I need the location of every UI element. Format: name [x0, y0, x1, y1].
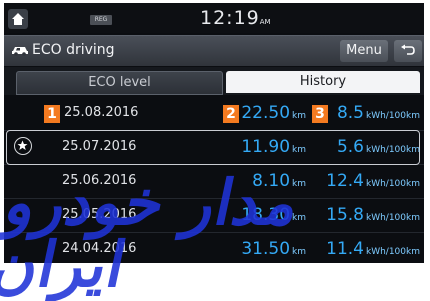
clock: 12:19AM: [200, 7, 271, 29]
history-date: 24.04.2016: [62, 241, 137, 256]
history-distance: 8.10 km: [252, 171, 306, 191]
distance-value: 22.50: [241, 103, 291, 123]
distance-unit: km: [292, 179, 306, 189]
star-glyph: [17, 140, 28, 150]
distance-value: 31.50: [241, 239, 291, 259]
history-consumption: 8.5 kWh/100km: [337, 103, 420, 123]
home-icon: [12, 13, 24, 25]
history-consumption: 5.6 kWh/100km: [337, 137, 420, 157]
history-row[interactable]: 25.05.2016 18.30 km 15.8 kWh/100km: [4, 199, 424, 233]
title-bar: ECO driving Menu: [4, 35, 424, 66]
history-distance: 31.50 km: [241, 239, 306, 259]
consumption-unit: kWh/100km: [365, 247, 420, 257]
distance-unit: km: [292, 145, 306, 155]
history-distance: 11.90 km: [241, 137, 306, 157]
history-consumption: 11.4 kWh/100km: [326, 239, 420, 259]
history-date: 25.08.2016: [64, 105, 139, 120]
back-button[interactable]: [394, 40, 422, 62]
consumption-unit: kWh/100km: [365, 145, 420, 155]
history-row[interactable]: 1 25.08.2016 2 22.50 km 3 8.5 kWh/100km: [4, 97, 424, 131]
consumption-value: 5.6: [336, 137, 364, 157]
history-consumption: 12.4 kWh/100km: [326, 171, 420, 191]
consumption-unit: kWh/100km: [365, 213, 420, 223]
tab-eco-level[interactable]: ECO level: [16, 71, 223, 95]
callout-marker-2: 2: [223, 105, 239, 123]
menu-button[interactable]: Menu: [340, 40, 388, 62]
callout-marker-1: 1: [44, 105, 60, 123]
history-distance: 18.30 km: [241, 205, 306, 225]
consumption-value: 11.4: [326, 239, 364, 259]
history-date: 25.07.2016: [62, 139, 137, 154]
history-row[interactable]: 25.07.2016 11.90 km 5.6 kWh/100km: [4, 130, 424, 165]
history-consumption: 15.8 kWh/100km: [326, 205, 420, 225]
tab-history[interactable]: History: [226, 71, 420, 93]
star-icon[interactable]: [14, 137, 32, 155]
distance-value: 11.90: [241, 137, 291, 157]
distance-value: 18.30: [241, 205, 291, 225]
distance-unit: km: [292, 111, 306, 121]
consumption-value: 12.4: [326, 171, 364, 191]
distance-value: 8.10: [252, 171, 291, 191]
distance-unit: km: [292, 247, 306, 257]
callout-marker-3: 3: [312, 105, 328, 123]
car-icon: [12, 47, 28, 56]
history-row[interactable]: 25.06.2016 8.10 km 12.4 kWh/100km: [4, 165, 424, 199]
history-row[interactable]: 24.04.2016 31.50 km 11.4 kWh/100km: [4, 233, 424, 263]
home-button[interactable]: [8, 9, 28, 29]
history-list: 1 25.08.2016 2 22.50 km 3 8.5 kWh/100km 25…: [4, 97, 424, 263]
history-date: 25.06.2016: [62, 173, 137, 188]
consumption-unit: kWh/100km: [365, 179, 420, 189]
distance-unit: km: [292, 213, 306, 223]
consumption-unit: kWh/100km: [365, 111, 420, 121]
consumption-value: 15.8: [326, 205, 364, 225]
clock-ampm: AM: [259, 18, 271, 26]
consumption-value: 8.5: [336, 103, 364, 123]
history-date: 25.05.2016: [62, 207, 137, 222]
tab-bar: ECO level History: [4, 67, 424, 95]
clock-time: 12:19: [200, 7, 260, 29]
history-distance: 22.50 km: [241, 103, 306, 123]
status-bar: REG 12:19AM: [4, 3, 424, 33]
back-arrow-icon: [401, 44, 415, 55]
reg-badge: REG: [90, 15, 112, 25]
page-title: ECO driving: [32, 42, 115, 58]
head-unit-screen: REG 12:19AM ECO driving Menu ECO level H…: [4, 3, 424, 263]
